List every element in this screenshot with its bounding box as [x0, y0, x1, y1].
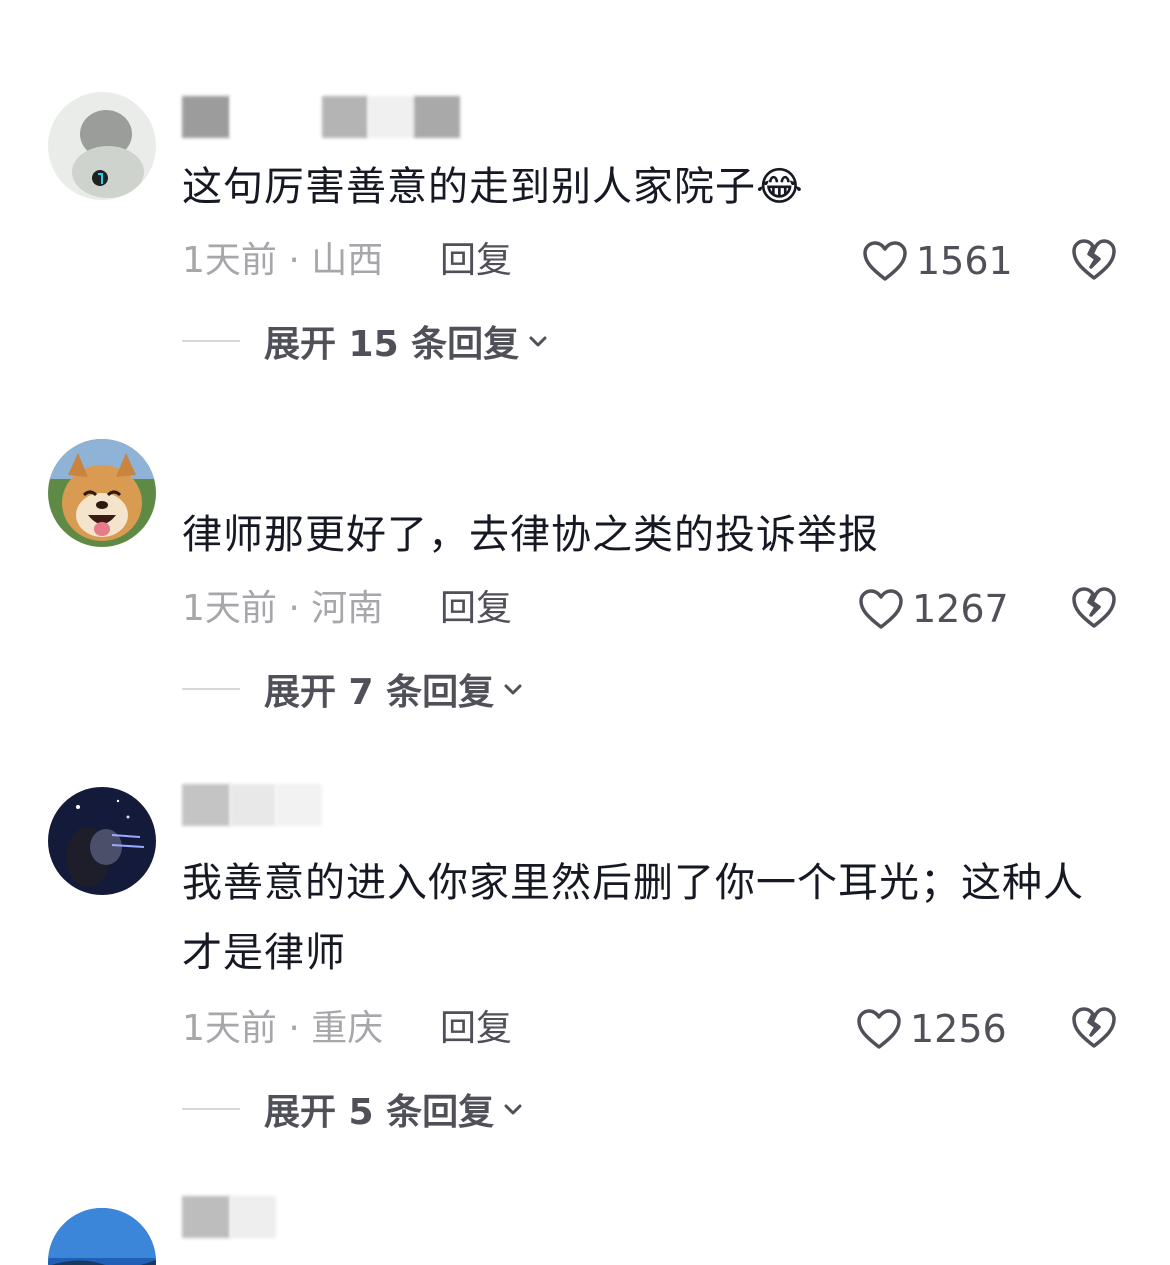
divider	[182, 688, 240, 690]
heart-outline-icon	[859, 589, 903, 629]
avatar[interactable]	[48, 1208, 156, 1265]
comment-item: 我善意的进入你家里然后删了你一个耳光；这种人才是律师 1天前 · 重庆 回复 1…	[0, 760, 1170, 1180]
like-count: 1561	[916, 239, 1013, 283]
like-button[interactable]: 1256	[856, 1004, 1007, 1054]
heart-outline-icon	[857, 1009, 901, 1049]
comment-text: 律师那更好了，去律协之类的投诉举报	[182, 512, 879, 558]
reply-button[interactable]: 回复	[440, 586, 512, 632]
laughing-emoji-icon: 😂	[756, 164, 804, 210]
chevron-down-icon	[529, 336, 547, 347]
expand-replies-button[interactable]: 展开 5 条回复	[182, 1086, 526, 1133]
like-count: 1256	[910, 1007, 1007, 1051]
comment-item: 这句厉害善意的走到别人家院子😂 1天前 · 山西 回复 1561 展开 15 条…	[0, 0, 1170, 400]
heart-outline-icon	[863, 241, 907, 281]
username-redacted	[182, 784, 322, 826]
expand-replies-button[interactable]: 展开 15 条回复	[182, 318, 551, 365]
comment-text: 这句厉害善意的走到别人家院子😂	[182, 164, 804, 210]
broken-heart-icon[interactable]	[1070, 1004, 1118, 1052]
username-redacted	[182, 1196, 276, 1238]
username-redacted	[182, 444, 228, 486]
comment-meta: 1天前 · 重庆	[182, 1008, 384, 1049]
avatar[interactable]	[48, 787, 156, 895]
expand-replies-button[interactable]: 展开 7 条回复	[182, 666, 526, 713]
comment-item: 律师那更好了，去律协之类的投诉举报 1天前 · 河南 回复 1267 展开 7 …	[0, 400, 1170, 760]
divider	[182, 340, 240, 342]
chevron-down-icon	[504, 1104, 522, 1115]
comment-meta: 1天前 · 河南	[182, 588, 384, 629]
avatar[interactable]	[48, 439, 156, 547]
broken-heart-icon[interactable]	[1070, 236, 1118, 284]
comment-item	[0, 1180, 1170, 1265]
broken-heart-icon[interactable]	[1070, 584, 1118, 632]
like-count: 1267	[912, 587, 1009, 631]
reply-button[interactable]: 回复	[440, 238, 512, 284]
like-button[interactable]: 1561	[862, 236, 1013, 286]
reply-button[interactable]: 回复	[440, 1006, 512, 1052]
chevron-down-icon	[504, 684, 522, 695]
avatar[interactable]	[48, 92, 156, 200]
comment-text: 我善意的进入你家里然后删了你一个耳光；这种人才是律师	[182, 860, 1084, 976]
comment-meta: 1天前 · 山西	[182, 240, 384, 281]
divider	[182, 1108, 240, 1110]
like-button[interactable]: 1267	[858, 584, 1009, 634]
username-redacted	[182, 96, 460, 138]
